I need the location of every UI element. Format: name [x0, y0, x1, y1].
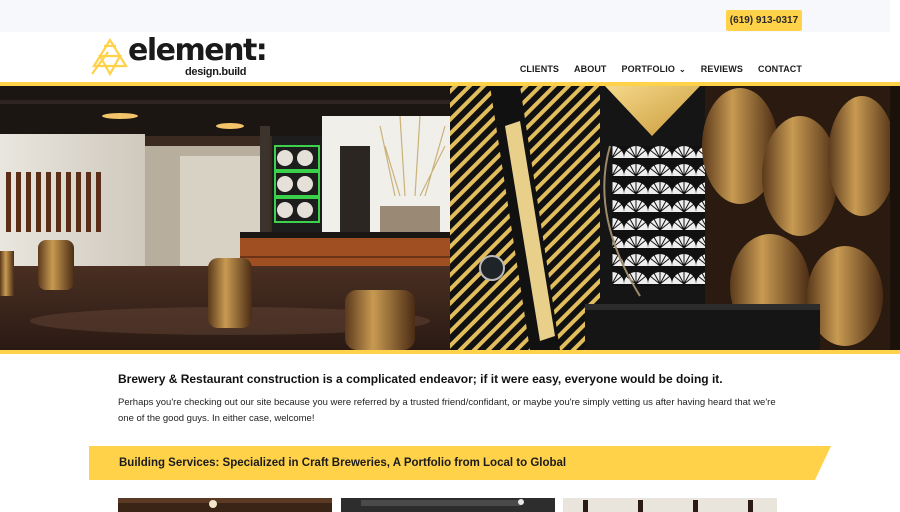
nav-label: ABOUT: [574, 64, 607, 74]
nav-item-about[interactable]: ABOUT: [574, 64, 607, 74]
page-headline: Brewery & Restaurant construction is a c…: [118, 372, 723, 386]
services-banner: Building Services: Specialized in Craft …: [89, 446, 831, 480]
hero-divider: [0, 350, 900, 354]
portfolio-thumb-1[interactable]: [118, 498, 332, 512]
nav-item-reviews[interactable]: REVIEWS: [701, 64, 743, 74]
portfolio-thumb-2[interactable]: [341, 498, 555, 512]
nav-item-contact[interactable]: CONTACT: [758, 64, 802, 74]
intro-section: Brewery & Restaurant construction is a c…: [118, 372, 788, 427]
nav-item-clients[interactable]: CLIENTS: [520, 64, 559, 74]
nav-label: CLIENTS: [519, 64, 560, 74]
portfolio-thumb-3[interactable]: [563, 498, 777, 512]
logo-subtitle: design.build: [185, 66, 247, 78]
nav-item-portfolio[interactable]: PORTFOLIO ⌄: [622, 64, 686, 74]
nav-label: REVIEWS: [700, 64, 743, 74]
intro-paragraph: Perhaps you're checking out our site bec…: [118, 397, 776, 424]
nav-label: PORTFOLIO: [621, 64, 675, 74]
hero-image: [0, 86, 900, 350]
top-bar: (619) 913-0317: [0, 0, 890, 32]
nav-label: CONTACT: [757, 64, 802, 74]
main-nav: CLIENTS ABOUT PORTFOLIO ⌄ REVIEWS CONTACT: [520, 64, 802, 74]
phone-button[interactable]: (619) 913-0317: [726, 10, 802, 31]
site-header: element: design.build CLIENTS ABOUT PORT…: [0, 32, 900, 82]
logo-wordmark: element:: [128, 33, 268, 68]
triangle-logo-icon: [91, 37, 128, 77]
logo[interactable]: element: design.build: [90, 32, 268, 82]
services-heading: Building Services: Specialized in Craft …: [119, 457, 567, 469]
chevron-down-icon: ⌄: [678, 64, 686, 74]
